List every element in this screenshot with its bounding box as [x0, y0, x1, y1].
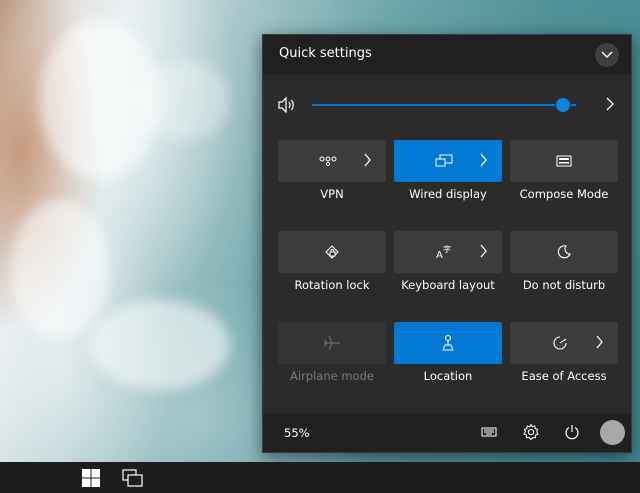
- keyboard-icon[interactable]: [478, 421, 500, 443]
- chevron-right-icon[interactable]: [363, 153, 372, 167]
- tile-do-not-disturb[interactable]: [510, 231, 618, 273]
- wave-foam: [10, 200, 110, 340]
- chevron-right-icon[interactable]: [479, 244, 488, 258]
- tile-vpn[interactable]: [278, 140, 386, 182]
- collapse-button[interactable]: [595, 43, 619, 67]
- tile-label: VPN: [320, 187, 344, 201]
- gear-icon[interactable]: [520, 421, 542, 443]
- tile-keyboard-layout[interactable]: A 字: [394, 231, 502, 273]
- task-view-button[interactable]: [113, 462, 153, 493]
- chevron-right-icon[interactable]: [479, 153, 488, 167]
- quick-settings-panel: Quick settings VPN Wired display Compose…: [262, 34, 632, 453]
- tile-label: Keyboard layout: [401, 278, 495, 292]
- airplane-icon: [322, 334, 342, 352]
- task-view-icon: [122, 468, 143, 487]
- svg-text:A: A: [436, 250, 443, 260]
- tile-compose-mode[interactable]: [510, 140, 618, 182]
- windows-start-icon: [82, 468, 100, 487]
- keyboard-layout-icon: A 字: [434, 243, 454, 261]
- tile-wired-display[interactable]: [394, 140, 502, 182]
- quick-settings-header: Quick settings: [263, 35, 631, 75]
- tile-airplane-mode: [278, 322, 386, 364]
- tile-rotation-lock[interactable]: [278, 231, 386, 273]
- chevron-right-icon[interactable]: [595, 335, 604, 349]
- wave-foam: [140, 60, 230, 140]
- accessibility-icon: [550, 334, 570, 352]
- tile-label: Ease of Access: [521, 369, 607, 383]
- rotation-lock-icon: [322, 243, 342, 261]
- wave-foam: [90, 300, 230, 390]
- tile-ease-of-access[interactable]: [510, 322, 618, 364]
- taskbar: [0, 462, 640, 493]
- speaker-icon[interactable]: [277, 96, 297, 114]
- keyboard-icon: [554, 152, 574, 170]
- tile-label: Location: [423, 369, 473, 383]
- wired-display-icon: [434, 152, 454, 170]
- vpn-icon: [318, 152, 338, 170]
- quick-settings-title: Quick settings: [279, 46, 372, 61]
- tile-label: Rotation lock: [294, 278, 370, 292]
- volume-row: [263, 87, 631, 123]
- tile-location[interactable]: [394, 322, 502, 364]
- battery-percentage[interactable]: 55%: [284, 426, 310, 440]
- avatar[interactable]: [600, 420, 625, 445]
- chevron-down-icon: [601, 51, 613, 58]
- tile-label: Compose Mode: [519, 187, 609, 201]
- tile-label: Airplane mode: [290, 369, 374, 383]
- power-icon[interactable]: [561, 421, 583, 443]
- tile-label: Do not disturb: [522, 278, 606, 292]
- moon-icon: [554, 243, 574, 261]
- location-icon: [438, 334, 458, 352]
- svg-text:字: 字: [443, 244, 451, 254]
- volume-slider-track[interactable]: [312, 104, 576, 106]
- volume-slider-thumb[interactable]: [554, 97, 571, 113]
- start-button[interactable]: [71, 462, 111, 493]
- quick-settings-footer: 55%: [263, 413, 631, 452]
- tile-label: Wired display: [409, 187, 487, 201]
- chevron-right-icon[interactable]: [605, 97, 615, 111]
